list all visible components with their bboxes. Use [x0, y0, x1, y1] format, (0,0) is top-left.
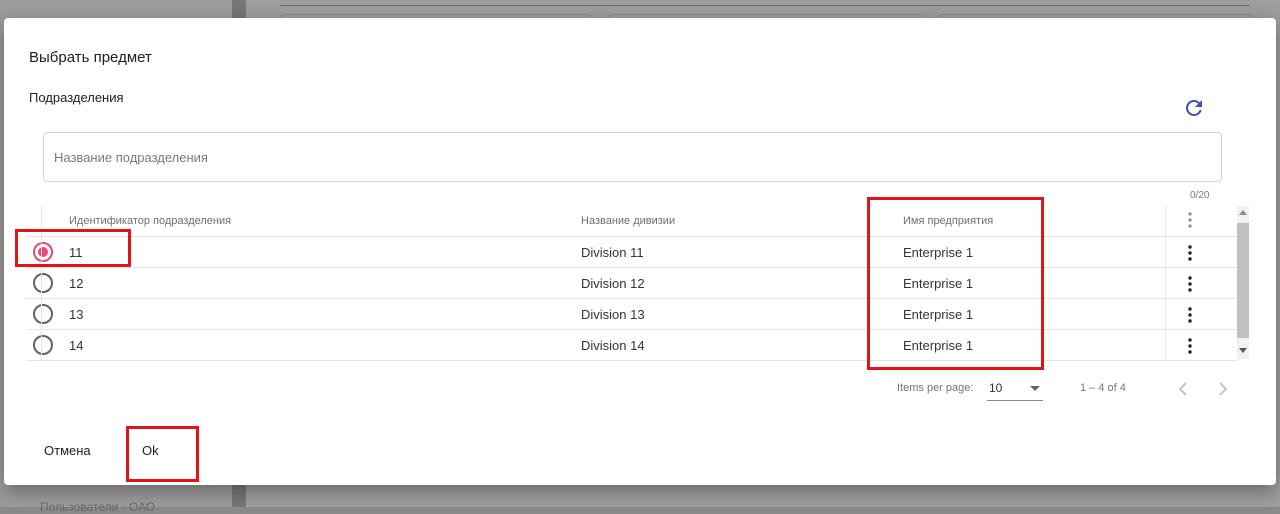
page-size-select[interactable]: 10 [987, 378, 1043, 401]
chevron-right-icon [1219, 382, 1228, 396]
divisions-table: Идентификатор подразделения Название див… [26, 206, 1237, 361]
division-id-cell: 12 [69, 275, 84, 291]
division-name-cell: Division 11 [581, 244, 644, 260]
row-radio[interactable] [33, 335, 53, 355]
chevron-left-icon [1178, 382, 1187, 396]
page-size-value: 10 [989, 381, 1003, 395]
table-row[interactable]: 14 Division 14 Enterprise 1 [26, 330, 1237, 361]
enterprise-name-cell: Enterprise 1 [903, 337, 974, 353]
section-label: Подразделения [29, 90, 124, 105]
row-menu-icon[interactable] [1182, 244, 1198, 262]
row-menu-icon[interactable] [1182, 275, 1198, 293]
division-name-cell: Division 12 [581, 275, 645, 291]
table-row[interactable]: 11 Division 11 Enterprise 1 [26, 237, 1237, 268]
column-header-division-id[interactable]: Идентификатор подразделения [69, 206, 231, 236]
select-item-dialog: Выбрать предмет Подразделения 0/20 Идент… [4, 18, 1276, 485]
division-id-cell: 13 [69, 306, 84, 322]
cancel-button[interactable]: Отмена [44, 443, 91, 458]
enterprise-name-cell: Enterprise 1 [903, 275, 974, 291]
previous-page-button[interactable] [1173, 376, 1193, 402]
enterprise-name-cell: Enterprise 1 [903, 244, 974, 260]
row-menu-icon[interactable] [1182, 306, 1198, 324]
division-name-cell: Division 14 [581, 337, 645, 353]
chevron-down-icon [1030, 386, 1040, 391]
ok-button[interactable]: Ok [142, 443, 159, 458]
next-page-button[interactable] [1213, 376, 1233, 402]
column-divider [41, 206, 42, 361]
division-id-cell: 11 [69, 244, 83, 260]
table-header-row: Идентификатор подразделения Название див… [26, 206, 1237, 237]
table-row[interactable]: 12 Division 12 Enterprise 1 [26, 268, 1237, 299]
enterprise-name-cell: Enterprise 1 [903, 306, 974, 322]
scroll-down-icon[interactable] [1239, 348, 1247, 353]
scrollbar-thumb[interactable] [1237, 223, 1249, 338]
character-counter: 0/20 [1190, 190, 1210, 201]
background-rule [280, 5, 1250, 6]
scroll-up-icon[interactable] [1239, 210, 1247, 215]
division-name-field[interactable] [43, 132, 1222, 182]
page-range-label: 1 – 4 of 4 [1080, 382, 1126, 394]
division-name-input[interactable] [44, 133, 1221, 181]
column-menu-icon[interactable] [1182, 211, 1198, 229]
table-row[interactable]: 13 Division 13 Enterprise 1 [26, 299, 1237, 330]
dialog-title: Выбрать предмет [29, 49, 152, 66]
row-radio[interactable] [33, 273, 53, 293]
row-menu-icon[interactable] [1182, 337, 1198, 355]
column-divider [1165, 206, 1166, 361]
column-header-division-name[interactable]: Название дивизии [581, 206, 675, 236]
row-radio[interactable] [33, 304, 53, 324]
column-header-enterprise-name[interactable]: Имя предприятия [903, 206, 993, 236]
division-name-cell: Division 13 [581, 306, 645, 322]
refresh-icon[interactable] [1182, 96, 1206, 120]
background-text: Пользователи · ОАО [40, 500, 156, 514]
row-radio[interactable] [33, 242, 53, 262]
items-per-page-label: Items per page: [897, 382, 974, 394]
division-id-cell: 14 [69, 337, 84, 353]
